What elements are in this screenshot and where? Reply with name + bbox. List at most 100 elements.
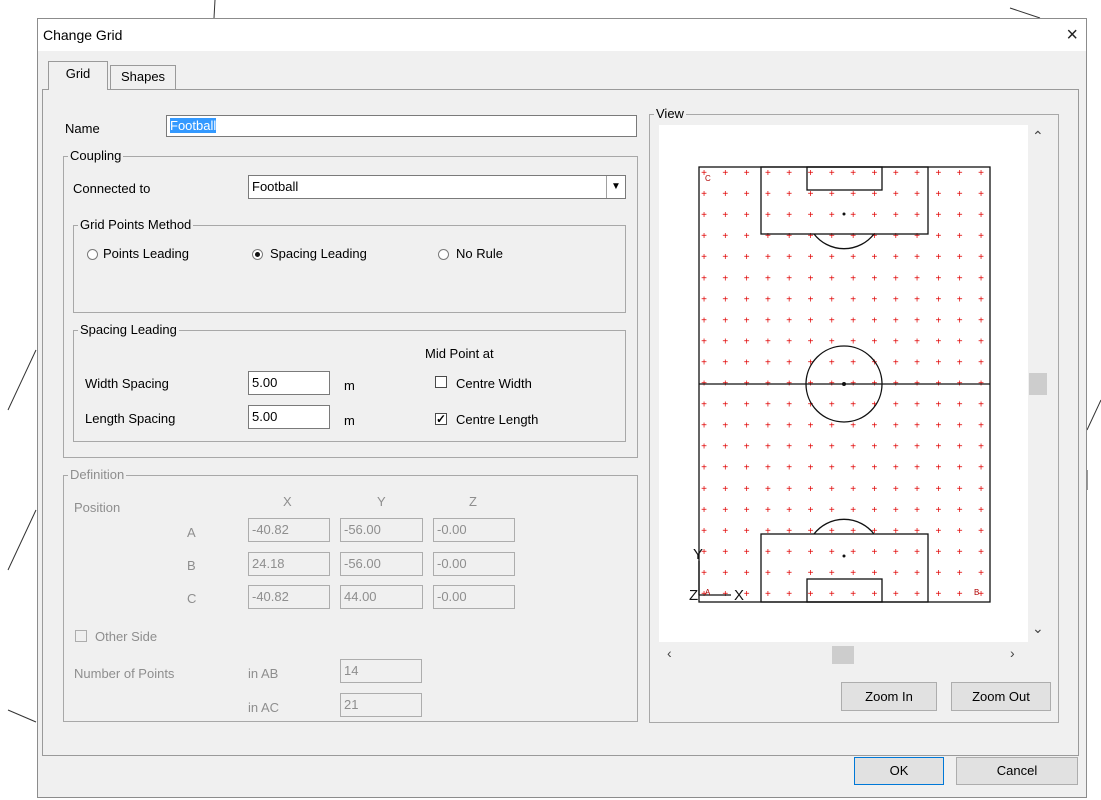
scroll-up-icon[interactable]: ⌃ <box>1032 128 1044 145</box>
grid-point-marker: + <box>850 505 856 516</box>
grid-point-marker: + <box>786 210 792 221</box>
grid-point-marker: + <box>701 526 707 537</box>
connected-to-select[interactable]: Football ▼ <box>248 175 626 199</box>
grid-point-marker: + <box>893 315 899 326</box>
in-ac-field: 21 <box>340 693 422 717</box>
grid-point-marker: + <box>850 484 856 495</box>
grid-point-marker: + <box>872 210 878 221</box>
grid-point-marker: + <box>829 421 835 432</box>
length-spacing-input[interactable]: 5.00 <box>248 405 330 429</box>
corner-c-label: C <box>705 174 711 183</box>
connected-to-label: Connected to <box>73 181 151 196</box>
grid-point-marker: + <box>765 231 771 242</box>
grid-point-marker: + <box>872 421 878 432</box>
cancel-button[interactable]: Cancel <box>956 757 1078 785</box>
grid-point-marker: + <box>957 315 963 326</box>
grid-point-marker: + <box>765 294 771 305</box>
grid-point-marker: + <box>978 315 984 326</box>
grid-point-marker: + <box>893 189 899 200</box>
header-x: X <box>283 494 292 509</box>
view-canvas[interactable]: + + + + + + + + + + + + + + + + + + + + + + + + + + + + + + + + + + + + + + + +… <box>659 125 1028 642</box>
grid-point-marker: + <box>935 168 941 179</box>
spacing-leading-radio[interactable] <box>252 249 263 260</box>
spacing-leading-title: Spacing Leading <box>78 322 179 337</box>
width-spacing-value: 5.00 <box>252 375 278 390</box>
ok-button[interactable]: OK <box>854 757 944 785</box>
grid-point-marker: + <box>978 484 984 495</box>
grid-point-marker: + <box>701 484 707 495</box>
grid-point-marker: + <box>786 505 792 516</box>
grid-point-marker: + <box>935 526 941 537</box>
no-rule-label: No Rule <box>456 246 503 261</box>
grid-point-marker: + <box>744 526 750 537</box>
grid-point-marker: + <box>914 526 920 537</box>
centre-length-checkbox[interactable]: ✓ <box>435 413 447 425</box>
grid-point-marker: + <box>701 442 707 453</box>
grid-point-marker: + <box>808 336 814 347</box>
vertical-scroll-thumb[interactable] <box>1029 373 1047 395</box>
zoom-out-button[interactable]: Zoom Out <box>951 682 1051 711</box>
grid-point-marker: + <box>872 168 878 179</box>
grid-point-marker: + <box>850 421 856 432</box>
centre-spot <box>842 382 846 386</box>
grid-point-marker: + <box>786 526 792 537</box>
points-leading-radio[interactable] <box>87 249 98 260</box>
grid-point-marker: + <box>935 210 941 221</box>
grid-point-marker: + <box>808 505 814 516</box>
name-input[interactable]: Football <box>166 115 637 137</box>
grid-point-marker: + <box>957 589 963 600</box>
grid-point-marker: + <box>808 526 814 537</box>
horizontal-scrollbar[interactable]: ‹ › <box>659 642 1028 666</box>
title-bar: Change Grid × <box>38 19 1086 51</box>
grid-point-marker: + <box>829 484 835 495</box>
grid-point-marker: + <box>978 189 984 200</box>
grid-point-marker: + <box>872 484 878 495</box>
definition-title: Definition <box>68 467 127 482</box>
grid-point-marker: + <box>701 400 707 411</box>
b-y-field: -56.00 <box>340 552 423 576</box>
grid-point-marker: + <box>850 315 856 326</box>
grid-point-marker: + <box>722 400 728 411</box>
grid-point-marker: + <box>829 400 835 411</box>
grid-point-marker: + <box>935 315 941 326</box>
grid-point-marker: + <box>829 168 835 179</box>
width-spacing-input[interactable]: 5.00 <box>248 371 330 395</box>
grid-point-marker: + <box>935 273 941 284</box>
grid-point-marker: + <box>872 294 878 305</box>
grid-point-marker: + <box>872 568 878 579</box>
tab-grid[interactable]: Grid <box>48 61 108 90</box>
grid-point-marker: + <box>957 568 963 579</box>
grid-point-marker: + <box>701 357 707 368</box>
zoom-in-button[interactable]: Zoom In <box>841 682 937 711</box>
no-rule-radio[interactable] <box>438 249 449 260</box>
grid-point-marker: + <box>872 189 878 200</box>
grid-point-marker: + <box>957 463 963 474</box>
grid-point-marker: + <box>829 463 835 474</box>
grid-point-marker: + <box>978 463 984 474</box>
grid-point-marker: + <box>786 463 792 474</box>
grid-point-marker: + <box>872 273 878 284</box>
grid-point-marker: + <box>935 421 941 432</box>
grid-point-marker: + <box>957 526 963 537</box>
grid-point-marker: + <box>765 252 771 263</box>
vertical-scrollbar[interactable]: ⌃ ⌄ <box>1028 125 1048 642</box>
grid-point-marker: + <box>893 463 899 474</box>
horizontal-scroll-thumb[interactable] <box>832 646 854 664</box>
grid-point-marker: + <box>808 294 814 305</box>
scroll-left-icon[interactable]: ‹ <box>667 645 672 661</box>
grid-point-marker: + <box>786 547 792 558</box>
close-icon[interactable]: × <box>1066 22 1078 48</box>
tab-shapes[interactable]: Shapes <box>110 65 176 89</box>
grid-point-marker: + <box>744 357 750 368</box>
grid-point-marker: + <box>914 421 920 432</box>
b-z-field: -0.00 <box>433 552 515 576</box>
top-penalty-arc <box>813 233 875 250</box>
axis-x-label: X <box>734 587 744 604</box>
chevron-down-icon[interactable]: ▼ <box>606 176 625 198</box>
grid-point-marker: + <box>744 189 750 200</box>
grid-point-marker: + <box>744 589 750 600</box>
centre-width-checkbox[interactable] <box>435 376 447 388</box>
scroll-down-icon[interactable]: ⌄ <box>1032 620 1044 637</box>
scroll-right-icon[interactable]: › <box>1010 645 1015 661</box>
grid-point-marker: + <box>722 168 728 179</box>
